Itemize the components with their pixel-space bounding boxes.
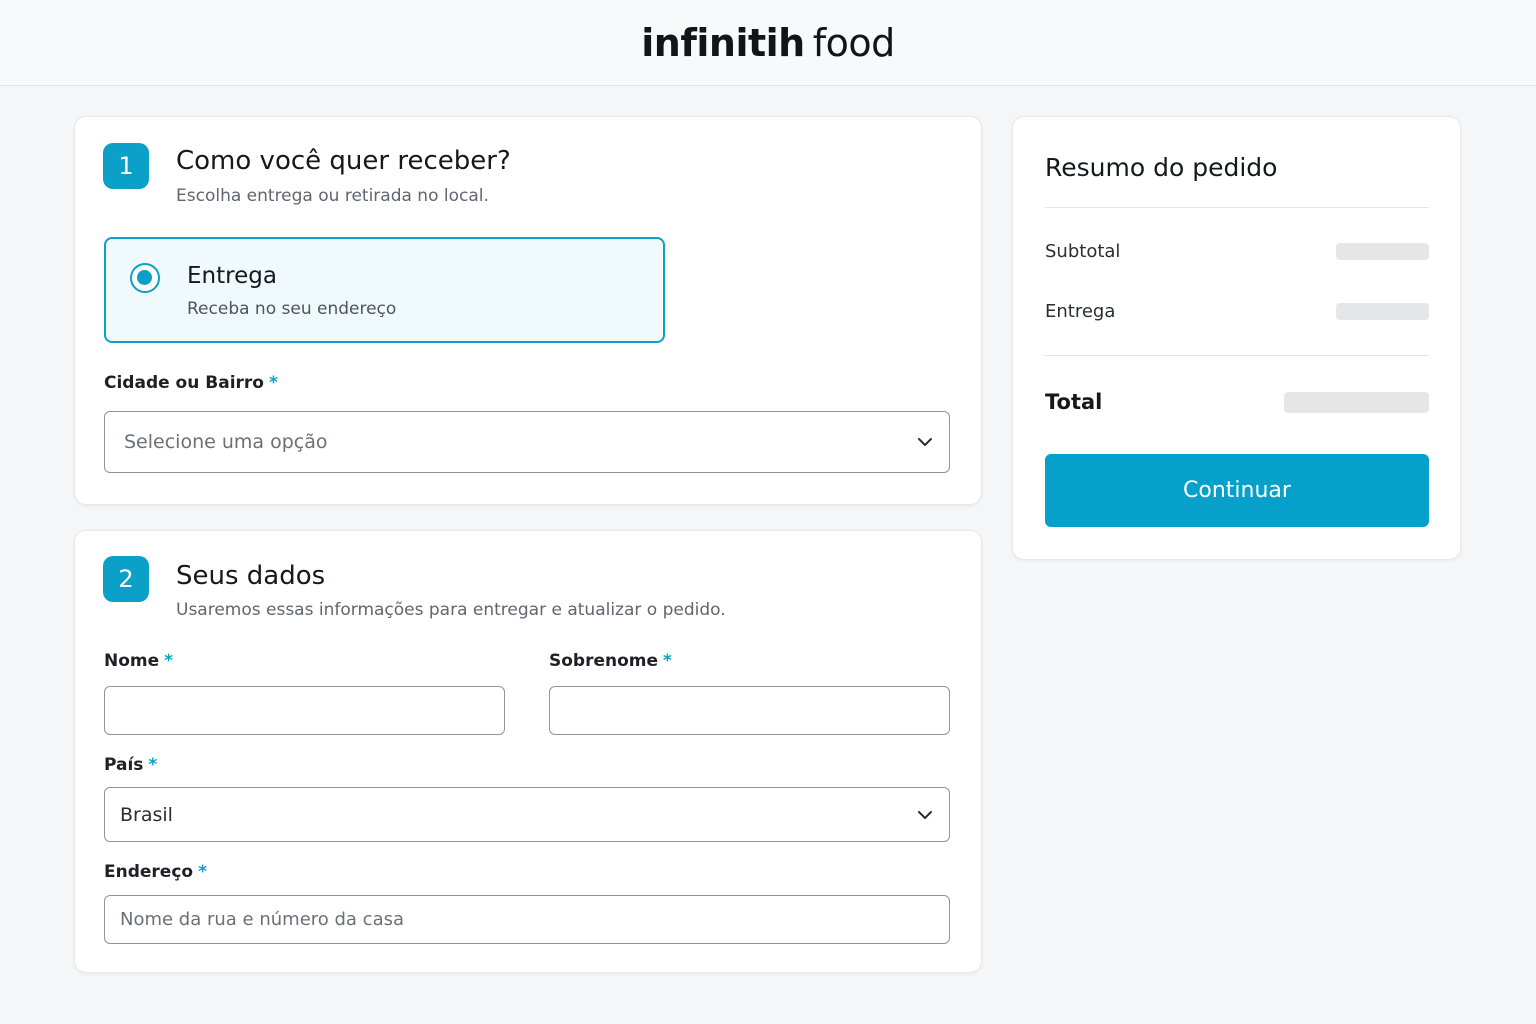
total-label: Total [1045,390,1103,414]
last-name-label-text: Sobrenome [549,651,659,671]
city-select[interactable]: Selecione uma opção [104,411,950,473]
first-name-label-text: Nome [104,651,160,671]
first-name-input[interactable] [120,687,504,734]
country-select-value: Brasil [120,803,173,826]
delivery-fee-label: Entrega [1045,301,1116,322]
order-summary-card: Resumo do pedido Subtotal Entrega Total … [1012,116,1461,560]
summary-divider [1045,355,1429,356]
city-select-placeholder: Selecione uma opção [124,431,328,453]
city-label-text: Cidade ou Bairro [104,373,264,393]
delivery-fee-value-placeholder [1336,303,1429,320]
required-mark: * [663,651,672,671]
required-mark: * [268,373,278,393]
logo-text-bold: infinitih [641,20,805,65]
continue-button[interactable]: Continuar [1045,454,1429,527]
delivery-option-title: Entrega [187,263,277,289]
step-badge-2: 2 [103,556,149,602]
delivery-method-card: 1 Como você quer receber? Escolha entreg… [74,116,982,505]
chevron-down-icon [918,438,932,446]
brand-logo[interactable]: infinitih food [641,20,896,65]
required-mark: * [164,651,174,671]
delivery-option-subtitle: Receba no seu endereço [187,299,397,319]
delivery-section-subtitle: Escolha entrega ou retirada no local. [176,186,489,206]
last-name-label: Sobrenome * [549,651,672,671]
radio-selected-icon[interactable] [130,263,160,293]
chevron-down-icon [918,810,932,819]
personal-section-subtitle: Usaremos essas informações para entregar… [176,600,726,620]
subtotal-value-placeholder [1336,243,1429,260]
personal-data-card: 2 Seus dados Usaremos essas informações … [74,530,982,973]
total-value-placeholder [1284,392,1429,413]
summary-title: Resumo do pedido [1045,153,1278,182]
country-label-text: País [104,755,144,775]
site-header: infinitih food [0,0,1536,86]
required-mark: * [198,862,207,882]
address-label: Endereço * [104,862,207,882]
last-name-input[interactable] [565,687,949,734]
address-field[interactable] [104,895,950,944]
logo-text-light: food [812,20,896,65]
personal-section-title: Seus dados [176,561,326,591]
first-name-field[interactable] [104,686,505,735]
delivery-section-title: Como você quer receber? [176,146,511,176]
subtotal-label: Subtotal [1045,241,1121,262]
step-badge-1: 1 [103,143,149,189]
city-field-label: Cidade ou Bairro * [104,373,278,393]
country-select[interactable]: Brasil [104,787,950,842]
required-mark: * [148,755,158,775]
delivery-option-card[interactable]: Entrega Receba no seu endereço [104,237,665,343]
summary-divider [1045,207,1429,208]
last-name-field[interactable] [549,686,950,735]
country-label: País * [104,755,157,775]
address-label-text: Endereço [104,862,194,882]
first-name-label: Nome * [104,651,173,671]
address-input[interactable] [120,896,949,943]
